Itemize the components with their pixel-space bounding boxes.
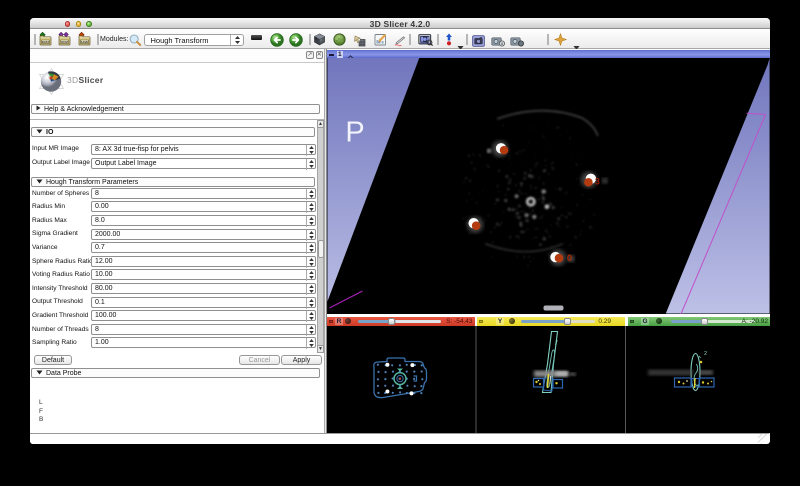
svg-text:2: 2 [704, 351, 707, 357]
svg-text:0: 0 [567, 253, 572, 263]
svg-text:P: P [345, 116, 364, 148]
svg-text:SAVE: SAVE [80, 40, 88, 44]
svg-text:DATA: DATA [41, 40, 50, 44]
svg-text:DCM: DCM [61, 40, 68, 44]
svg-text:3: 3 [595, 176, 600, 186]
